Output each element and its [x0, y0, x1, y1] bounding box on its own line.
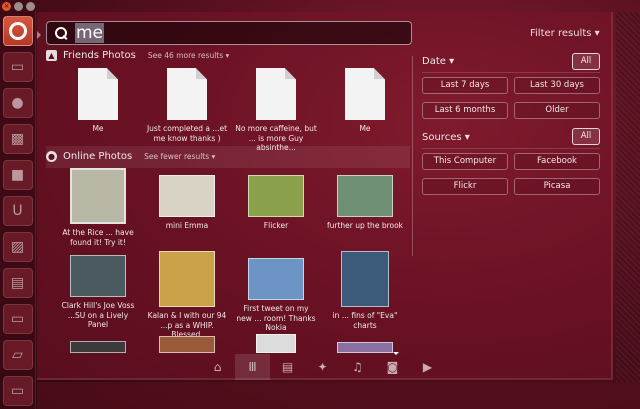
launcher-doc-icon[interactable]: ▭ — [2, 304, 33, 334]
launcher-software-icon[interactable]: ▤ — [2, 268, 33, 298]
item-caption: First tweet on my new ... room! Thanks N… — [236, 304, 316, 332]
result-item[interactable]: in ... fins of "Eva" charts — [324, 251, 406, 330]
result-item[interactable]: Flicker — [235, 175, 317, 231]
dash-bottom-edge — [37, 382, 640, 409]
launcher-files-icon[interactable]: ▭ — [2, 52, 33, 82]
result-item[interactable]: Me — [324, 68, 406, 134]
launcher-terminal-icon[interactable]: ▭ — [2, 376, 33, 406]
dash-home-button[interactable] — [2, 16, 33, 46]
photo-thumbnail-partial — [256, 334, 296, 353]
source-this-computer-button[interactable]: This Computer — [422, 153, 508, 170]
launcher-firefox-icon[interactable]: ● — [2, 88, 33, 118]
result-item[interactable]: Kalan & I with our 94 ...p as a WHIP. Bl… — [146, 251, 228, 340]
date-all-button[interactable]: All — [572, 53, 600, 70]
search-box[interactable]: me — [46, 21, 412, 45]
item-caption: mini Emma — [165, 221, 209, 230]
online-icon: ● — [46, 151, 57, 162]
chevron-down-icon: ▾ — [464, 132, 470, 143]
category-title: Online Photos — [63, 151, 133, 162]
photo-thumbnail — [70, 255, 126, 297]
document-icon — [78, 68, 118, 120]
search-icon — [55, 27, 67, 39]
photo-thumbnail — [159, 251, 215, 307]
window-controls: × — [2, 2, 35, 11]
photo-thumbnail — [341, 251, 389, 307]
filter-results-label: Filter results — [530, 28, 592, 39]
date-filter-header[interactable]: Date ▾ — [422, 56, 454, 67]
search-input[interactable]: me — [75, 23, 105, 43]
lens-applications-icon[interactable]: Ⅲ — [235, 354, 270, 380]
minimize-button[interactable] — [14, 2, 23, 11]
item-caption: further up the brook — [326, 221, 404, 230]
lens-home-icon[interactable]: ⌂ — [200, 354, 235, 380]
photo-thumbnail — [248, 175, 304, 217]
date-last-30-days-button[interactable]: Last 30 days — [514, 77, 600, 94]
category-title: Friends Photos — [63, 50, 136, 61]
online-photos-header: ● Online Photos See fewer results ▾ — [46, 151, 215, 162]
launcher-ubuntu-one-icon[interactable]: U — [2, 196, 33, 226]
result-item[interactable]: No more caffeine, but ... is more Guy ab… — [235, 68, 317, 153]
item-caption: Clark Hill's Joe Voss ...SU on a Lively … — [61, 301, 135, 329]
lens-photos-icon[interactable]: ◙ — [375, 354, 410, 380]
filter-separator — [422, 72, 600, 73]
lens-video-icon[interactable]: ▶ — [410, 354, 445, 380]
document-icon — [345, 68, 385, 120]
source-flickr-button[interactable]: Flickr — [422, 178, 508, 195]
result-item[interactable]: Me — [57, 68, 139, 134]
launcher-workspaces-icon[interactable]: ▱ — [2, 340, 33, 370]
lens-bar: ⌂ Ⅲ ▤ ✦ ♫ ◙ ▶ — [200, 354, 450, 380]
photo-thumbnail-partial — [337, 342, 393, 353]
launcher-text-icon[interactable]: ■ — [2, 160, 33, 190]
date-last-7-days-button[interactable]: Last 7 days — [422, 77, 508, 94]
result-item[interactable]: further up the brook — [324, 175, 406, 231]
item-caption: At the Rice ... have found it! Try it! — [62, 228, 134, 247]
filter-separator — [422, 148, 600, 149]
lens-music-icon[interactable]: ♫ — [340, 354, 375, 380]
dash-edge — [616, 12, 640, 382]
result-item[interactable]: Just completed a ...et me know thanks ) — [146, 68, 228, 143]
photo-thumbnail-partial — [159, 336, 215, 353]
chevron-down-icon: ▾ — [449, 56, 455, 67]
date-last-6-months-button[interactable]: Last 6 months — [422, 102, 508, 119]
source-picasa-button[interactable]: Picasa — [514, 178, 600, 195]
filter-title: Date — [422, 56, 446, 67]
item-caption: in ... fins of "Eva" charts — [332, 311, 398, 330]
friends-photos-header: ▲ Friends Photos See 46 more results ▾ — [46, 50, 229, 61]
filter-divider — [412, 56, 413, 256]
launcher-image-icon[interactable]: ▨ — [2, 232, 33, 262]
item-caption: Flicker — [263, 221, 289, 230]
launcher: ▭ ● ▩ ■ U ▨ ▤ ▭ ▱ ▭ — [0, 12, 36, 409]
photo-thumbnail — [159, 175, 215, 217]
item-caption: Just completed a ...et me know thanks ) — [146, 124, 228, 143]
sources-all-button[interactable]: All — [572, 128, 600, 145]
photo-thumbnail-partial — [70, 341, 126, 353]
friends-icon: ▲ — [46, 50, 57, 61]
date-older-button[interactable]: Older — [514, 102, 600, 119]
photo-thumbnail — [248, 258, 304, 300]
photo-thumbnail — [337, 175, 393, 217]
see-fewer-link[interactable]: See fewer results ▾ — [144, 152, 215, 161]
ubuntu-logo-icon — [8, 22, 27, 40]
sources-filter-header[interactable]: Sources ▾ — [422, 132, 470, 143]
result-item[interactable]: First tweet on my new ... room! Thanks N… — [235, 258, 317, 333]
item-caption: Me — [92, 124, 104, 133]
result-item[interactable]: mini Emma — [146, 175, 228, 231]
source-facebook-button[interactable]: Facebook — [514, 153, 600, 170]
photo-thumbnail — [70, 168, 126, 224]
maximize-button[interactable] — [26, 2, 35, 11]
item-caption: Me — [359, 124, 371, 133]
document-icon — [167, 68, 207, 120]
launcher-music-icon[interactable]: ▩ — [2, 124, 33, 154]
lens-social-icon[interactable]: ✦ — [305, 354, 340, 380]
result-item[interactable]: At the Rice ... have found it! Try it! — [57, 168, 139, 247]
filter-results-toggle[interactable]: Filter results ▾ — [530, 28, 600, 39]
chevron-down-icon: ▾ — [594, 28, 600, 39]
lens-files-icon[interactable]: ▤ — [270, 354, 305, 380]
document-icon — [256, 68, 296, 120]
result-item[interactable]: Clark Hill's Joe Voss ...SU on a Lively … — [57, 255, 139, 330]
filter-title: Sources — [422, 132, 462, 143]
see-more-link[interactable]: See 46 more results ▾ — [148, 51, 229, 60]
active-lens-pip-icon — [393, 352, 399, 355]
close-button[interactable]: × — [2, 2, 11, 11]
